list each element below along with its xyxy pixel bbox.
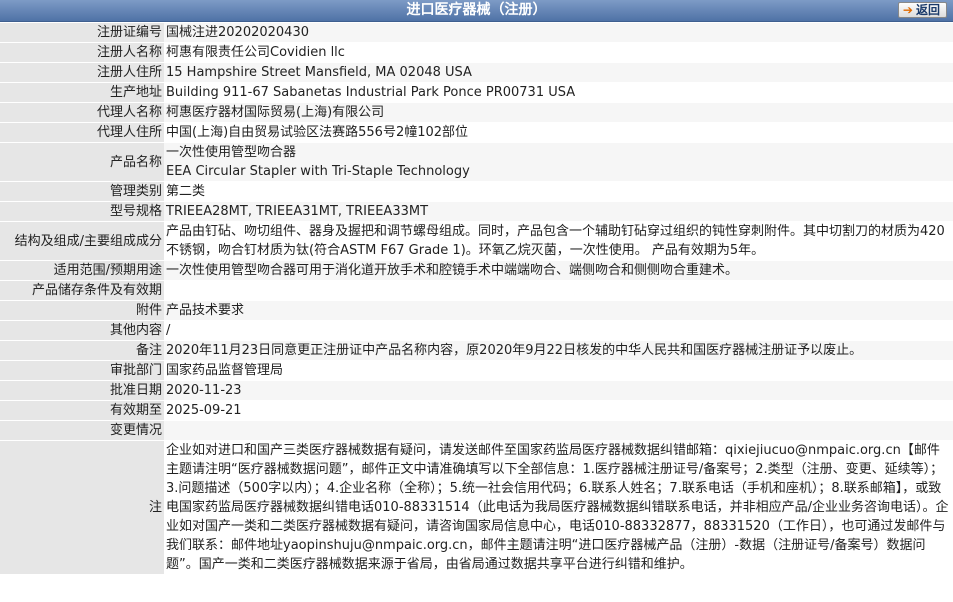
table-row: 结构及组成/主要组成成分 产品由钉砧、吻切组件、器身及握把和调节螺母组成。同时，… <box>0 222 953 260</box>
field-value: 中国(上海)自由贸易试验区法赛路556号2幢102部位 <box>164 123 953 142</box>
product-name-cn: 一次性使用管型吻合器 <box>166 145 297 160</box>
table-row: 代理人住所 中国(上海)自由贸易试验区法赛路556号2幢102部位 <box>0 123 953 142</box>
field-label: 审批部门 <box>0 361 164 380</box>
table-row: 其他内容 / <box>0 321 953 340</box>
field-label: 其他内容 <box>0 321 164 340</box>
field-value: 国械注进20202020430 <box>164 23 953 42</box>
field-value: 产品技术要求 <box>164 301 953 320</box>
detail-table: 注册证编号 国械注进20202020430 注册人名称 柯惠有限责任公司Covi… <box>0 22 953 575</box>
field-value: 柯惠有限责任公司Covidien llc <box>164 43 953 62</box>
table-row: 审批部门 国家药品监督管理局 <box>0 361 953 380</box>
field-label: 注册人住所 <box>0 63 164 82</box>
field-label: 批准日期 <box>0 381 164 400</box>
field-label: 有效期至 <box>0 401 164 420</box>
field-value <box>164 281 953 300</box>
field-label: 注册证编号 <box>0 23 164 42</box>
table-row: 型号规格 TRIEEA28MT, TRIEEA31MT, TRIEEA33MT <box>0 202 953 221</box>
table-row: 生产地址 Building 911-67 Sabanetas Industria… <box>0 83 953 102</box>
table-row: 注册人住所 15 Hampshire Street Mansfield, MA … <box>0 63 953 82</box>
field-value: 柯惠医疗器材国际贸易(上海)有限公司 <box>164 103 953 122</box>
field-label: 适用范围/预期用途 <box>0 261 164 280</box>
field-value: 2020-11-23 <box>164 381 953 400</box>
table-row: 管理类别 第二类 <box>0 182 953 201</box>
field-label: 结构及组成/主要组成成分 <box>0 222 164 260</box>
header-bar: 进口医疗器械（注册） ➔ 返回 <box>0 0 953 22</box>
field-label: 附件 <box>0 301 164 320</box>
field-value: 2020年11月23日同意更正注册证中产品名称内容，原2020年9月22日核发的… <box>164 341 953 360</box>
field-label: 备注 <box>0 341 164 360</box>
table-row: 批准日期 2020-11-23 <box>0 381 953 400</box>
field-value: 第二类 <box>164 182 953 201</box>
field-label: 产品名称 <box>0 143 164 181</box>
table-row: 有效期至 2025-09-21 <box>0 401 953 420</box>
field-label: 注册人名称 <box>0 43 164 62</box>
field-label: 管理类别 <box>0 182 164 201</box>
back-button-label: 返回 <box>915 3 940 17</box>
field-label: 代理人住所 <box>0 123 164 142</box>
table-row: 备注 2020年11月23日同意更正注册证中产品名称内容，原2020年9月22日… <box>0 341 953 360</box>
field-value: / <box>164 321 953 340</box>
table-row: 适用范围/预期用途 一次性使用管型吻合器可用于消化道开放手术和腔镜手术中端端吻合… <box>0 261 953 280</box>
table-row: 注册人名称 柯惠有限责任公司Covidien llc <box>0 43 953 62</box>
field-label: 产品储存条件及有效期 <box>0 281 164 300</box>
table-row: 产品储存条件及有效期 <box>0 281 953 300</box>
field-value: 一次性使用管型吻合器可用于消化道开放手术和腔镜手术中端端吻合、端侧吻合和侧侧吻合… <box>164 261 953 280</box>
field-label: 型号规格 <box>0 202 164 221</box>
table-row: 变更情况 <box>0 421 953 440</box>
field-label: 生产地址 <box>0 83 164 102</box>
table-row: 注册证编号 国械注进20202020430 <box>0 23 953 42</box>
field-value: Building 911-67 Sabanetas Industrial Par… <box>164 83 953 102</box>
table-row: 产品名称 一次性使用管型吻合器 EEA Circular Stapler wit… <box>0 143 953 181</box>
note-row: 注 企业如对进口和国产三类医疗器械数据有疑问，请发送邮件至国家药监局医疗器械数据… <box>0 441 953 574</box>
field-value <box>164 421 953 440</box>
field-value: 一次性使用管型吻合器 EEA Circular Stapler with Tri… <box>164 143 953 181</box>
arrow-right-icon: ➔ <box>902 3 913 17</box>
field-value: 产品由钉砧、吻切组件、器身及握把和调节螺母组成。同时，产品包含一个辅助钉砧穿过组… <box>164 222 953 260</box>
product-name-en: EEA Circular Stapler with Tri-Staple Tec… <box>166 164 470 179</box>
note-text: 企业如对进口和国产三类医疗器械数据有疑问，请发送邮件至国家药监局医疗器械数据纠错… <box>164 441 953 574</box>
table-row: 代理人名称 柯惠医疗器材国际贸易(上海)有限公司 <box>0 103 953 122</box>
page-title: 进口医疗器械（注册） <box>406 2 547 18</box>
field-value: 15 Hampshire Street Mansfield, MA 02048 … <box>164 63 953 82</box>
note-label: 注 <box>0 441 164 574</box>
table-row: 附件 产品技术要求 <box>0 301 953 320</box>
field-label: 变更情况 <box>0 421 164 440</box>
field-label: 代理人名称 <box>0 103 164 122</box>
field-value: 国家药品监督管理局 <box>164 361 953 380</box>
page: 进口医疗器械（注册） ➔ 返回 注册证编号 国械注进20202020430 注册… <box>0 0 953 575</box>
field-value: 2025-09-21 <box>164 401 953 420</box>
back-button[interactable]: ➔ 返回 <box>897 2 947 18</box>
field-value: TRIEEA28MT, TRIEEA31MT, TRIEEA33MT <box>164 202 953 221</box>
